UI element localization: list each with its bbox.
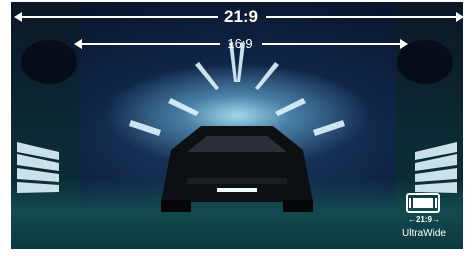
arrow-line-right [266, 16, 458, 18]
aspect-21-9-indicator: 21:9 [0, 8, 474, 28]
aspect-21-9-label: 21:9 [223, 7, 259, 26]
ultrawide-ratio-mini: ←21:9→ [401, 215, 447, 225]
arrow-right-icon [456, 12, 464, 22]
aspect-16-9-label: 16:9 [227, 36, 253, 51]
ultrawide-ratio-text: 21:9 [415, 215, 432, 224]
arrow-line-right [262, 43, 402, 45]
arrow-line-left [80, 43, 220, 45]
aspect-16-9-indicator: 16:9 [0, 35, 474, 55]
arrow-right-icon [400, 39, 408, 49]
arrow-right-icon: → [432, 215, 440, 224]
ultrawide-screen-icon [406, 193, 440, 213]
arrow-line-left [20, 16, 218, 18]
arrow-left-icon: ← [407, 215, 416, 224]
car-illustration [161, 126, 313, 212]
ultrawide-label: UltraWide [402, 228, 446, 239]
